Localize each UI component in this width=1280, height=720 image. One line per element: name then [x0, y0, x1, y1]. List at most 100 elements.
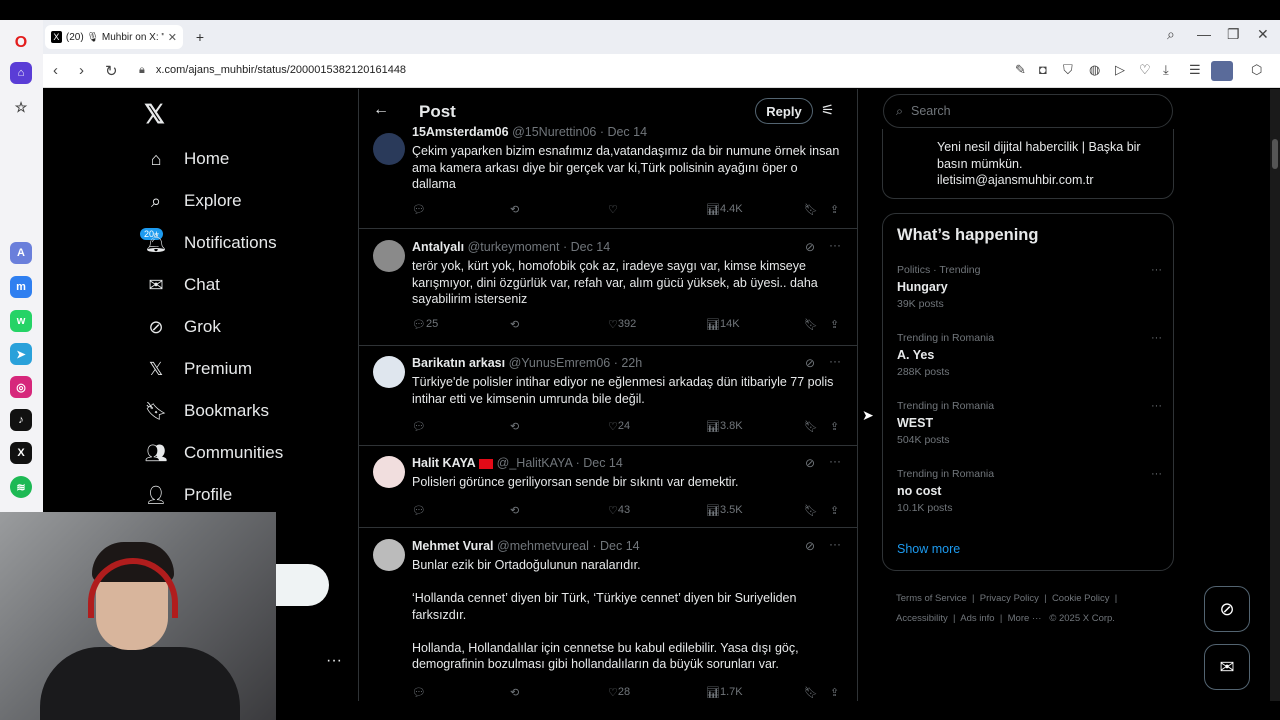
views-icon[interactable]: 📊︎ 1.7K: [706, 686, 743, 699]
url-field[interactable]: 🔒︎ x.com/ajans_muhbir/status/20000153821…: [139, 64, 406, 77]
reload-icon[interactable]: ↻: [105, 62, 118, 80]
reply-tweet[interactable]: Antalyalı @turkeymoment · Dec 14 ⊘ ··· t…: [359, 230, 857, 346]
footer-link[interactable]: Accessibility: [896, 613, 948, 624]
share-icon[interactable]: ⇪: [830, 420, 839, 433]
share-icon[interactable]: ⇪: [830, 686, 839, 699]
more-icon[interactable]: ···: [829, 354, 841, 368]
reply-icon[interactable]: 💬︎: [412, 203, 426, 216]
views-icon[interactable]: 📊︎ 4.4K: [706, 203, 743, 216]
trend-item[interactable]: Politics · Trending Hungary 39K posts ··…: [897, 264, 1162, 310]
bookmark-icon[interactable]: 🔖︎: [804, 318, 818, 331]
author-name[interactable]: Antalyalı: [412, 240, 464, 254]
share-icon[interactable]: ⇪: [830, 203, 839, 216]
search-input[interactable]: ⌕ Search: [883, 94, 1173, 128]
post-button[interactable]: [276, 564, 329, 606]
grok-fab-icon[interactable]: ⊘: [1204, 586, 1250, 632]
trend-item[interactable]: Trending in Romania A. Yes 288K posts ··…: [897, 332, 1162, 378]
new-tab-button[interactable]: +: [191, 28, 209, 46]
more-icon[interactable]: ···: [1151, 468, 1162, 480]
avatar[interactable]: [1211, 61, 1233, 81]
like-icon[interactable]: ♡ 43: [608, 504, 630, 517]
reply-tweet[interactable]: Mehmet Vural @mehmetvureal · Dec 14 ⊘ ··…: [359, 529, 857, 701]
bookmark-icon[interactable]: 🔖︎: [804, 203, 818, 216]
footer-link[interactable]: Privacy Policy: [980, 593, 1039, 604]
bookmark-icon[interactable]: 🔖︎: [804, 686, 818, 699]
nav-profile[interactable]: 👤︎ Profile: [144, 483, 233, 507]
close-tab-icon[interactable]: ✕: [168, 31, 177, 44]
reply-tweet[interactable]: Halit KAYA @_HalitKAYA · Dec 14 ⊘ ··· Po…: [359, 446, 857, 528]
author-handle[interactable]: @turkeymoment · Dec 14: [468, 240, 611, 254]
reply-tweet[interactable]: Barikatın arkası @YunusEmrem06 · 22h ⊘ ·…: [359, 346, 857, 446]
views-icon[interactable]: 📊︎ 3.5K: [706, 504, 743, 517]
tune-icon[interactable]: ⚟: [821, 101, 834, 119]
views-icon[interactable]: 📊︎ 3.8K: [706, 420, 743, 433]
shield-icon[interactable]: ⛉: [1063, 62, 1073, 78]
avatar[interactable]: [373, 539, 405, 571]
reply-icon[interactable]: 💬︎: [412, 420, 426, 433]
whatsapp-icon[interactable]: w: [10, 310, 32, 332]
repost-icon[interactable]: ⟲: [510, 318, 519, 331]
page-scrollbar[interactable]: [1270, 89, 1280, 701]
more-icon[interactable]: ···: [1151, 264, 1162, 276]
x-logo-icon[interactable]: 𝕏: [144, 99, 165, 130]
bookmark-icon[interactable]: 🔖︎: [804, 420, 818, 433]
browser-tab[interactable]: X (20) 🎙 Muhbir on X: "Ho ✕: [45, 25, 183, 49]
footer-link[interactable]: Cookie Policy: [1052, 593, 1110, 604]
spotify-icon[interactable]: ≋: [10, 476, 32, 498]
bookmark-icon[interactable]: 🔖︎: [804, 504, 818, 517]
scrollbar-thumb[interactable]: [1272, 139, 1278, 169]
back-arrow-icon[interactable]: ←: [373, 101, 389, 119]
author-name[interactable]: Mehmet Vural: [412, 539, 494, 553]
trend-item[interactable]: Trending in Romania WEST 504K posts ···: [897, 400, 1162, 446]
aria-icon[interactable]: A: [10, 242, 32, 264]
heart-icon[interactable]: ♡: [1139, 62, 1151, 78]
share-icon[interactable]: ⇪: [830, 504, 839, 517]
avatar[interactable]: [373, 456, 405, 488]
camera-icon[interactable]: ◘: [1039, 62, 1047, 77]
home-icon[interactable]: ⌂: [10, 62, 32, 84]
like-icon[interactable]: ♡ 392: [608, 318, 636, 331]
more-icon[interactable]: ···: [829, 454, 841, 468]
more-icon[interactable]: ···: [829, 238, 841, 252]
avatar[interactable]: [373, 133, 405, 165]
reply-icon[interactable]: 💬︎: [412, 504, 426, 517]
nav-notifications[interactable]: 🔔︎ Notifications: [144, 231, 277, 255]
grok-icon[interactable]: ⊘: [805, 539, 815, 553]
repost-icon[interactable]: ⟲: [510, 504, 519, 517]
footer-link[interactable]: Terms of Service: [896, 593, 967, 604]
author-handle[interactable]: @15Nurettin06 · Dec 14: [512, 125, 647, 139]
nav-home[interactable]: ⌂ Home: [144, 147, 230, 171]
repost-icon[interactable]: ⟲: [510, 686, 519, 699]
author-handle[interactable]: @YunusEmrem06 · 22h: [509, 356, 643, 370]
nav-explore[interactable]: ⌕ Explore: [144, 189, 242, 213]
download-icon[interactable]: ⤓: [1163, 62, 1169, 78]
footer-link[interactable]: Ads info: [960, 613, 994, 624]
author-handle[interactable]: @_HalitKAYA · Dec 14: [497, 456, 623, 470]
close-window-icon[interactable]: ✕: [1257, 26, 1269, 43]
star-icon[interactable]: ☆: [10, 96, 32, 118]
more-icon[interactable]: ···: [1151, 332, 1162, 344]
trend-item[interactable]: Trending in Romania no cost 10.1K posts …: [897, 468, 1162, 514]
share-icon[interactable]: ⇪: [830, 318, 839, 331]
grok-icon[interactable]: ⊘: [805, 240, 815, 254]
repost-icon[interactable]: ⟲: [510, 420, 519, 433]
like-icon[interactable]: ♡ 24: [608, 420, 630, 433]
more-icon[interactable]: ···: [1151, 400, 1162, 412]
more-icon[interactable]: ···: [829, 537, 841, 551]
avatar[interactable]: [373, 240, 405, 272]
x-icon[interactable]: X: [10, 442, 32, 464]
nav-communities[interactable]: 👥︎ Communities: [144, 441, 284, 465]
more-account-icon[interactable]: ···: [326, 652, 342, 670]
nav-grok[interactable]: ⊘ Grok: [144, 315, 220, 339]
menu-icon[interactable]: ☰: [1189, 62, 1201, 78]
play-icon[interactable]: ▷: [1115, 62, 1125, 78]
messages-fab-icon[interactable]: ✉: [1204, 644, 1250, 690]
edit-icon[interactable]: ✎: [1015, 62, 1026, 78]
messenger-icon[interactable]: m: [10, 276, 32, 298]
reply-icon[interactable]: 💬︎: [412, 686, 426, 699]
views-icon[interactable]: 📊︎ 14K: [706, 318, 740, 331]
nav-chat[interactable]: ✉ Chat: [144, 273, 219, 297]
tiktok-icon[interactable]: ♪: [10, 409, 32, 431]
author-name[interactable]: Halit KAYA: [412, 456, 476, 470]
grok-icon[interactable]: ⊘: [805, 356, 815, 370]
